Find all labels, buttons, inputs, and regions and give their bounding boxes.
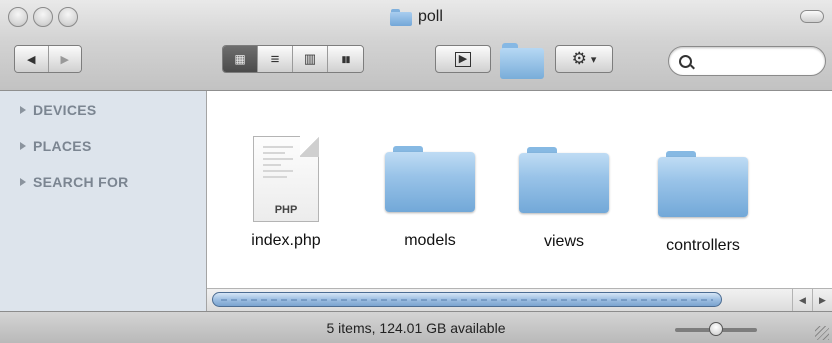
disclosure-triangle-icon[interactable] <box>20 142 26 150</box>
scroll-right-icon[interactable]: ▶ <box>812 289 832 311</box>
sidebar-section-devices[interactable]: DEVICES <box>20 102 97 118</box>
sidebar: DEVICES PLACES SEARCH FOR <box>0 91 207 311</box>
scrollbar-thumb[interactable] <box>212 292 722 307</box>
forward-arrow-icon: ▶ <box>60 53 69 66</box>
file-name-label: models <box>404 232 456 249</box>
search-input[interactable] <box>697 51 816 73</box>
column-view-button[interactable]: ▥ <box>293 46 328 72</box>
icon-view-button[interactable]: ▦ <box>223 46 258 72</box>
nav-buttons: ◀ ▶ <box>14 45 82 73</box>
sidebar-section-label: PLACES <box>33 138 92 154</box>
resize-grip-icon[interactable] <box>815 326 829 340</box>
sidebar-section-label: DEVICES <box>33 102 97 118</box>
scroll-left-icon[interactable]: ◀ <box>792 289 812 311</box>
toolbar-toggle-button[interactable] <box>800 10 824 23</box>
horizontal-scrollbar[interactable]: ◀ ▶ <box>207 288 832 311</box>
path-folder-icon[interactable] <box>500 43 544 79</box>
sidebar-section-places[interactable]: PLACES <box>20 138 92 154</box>
search-field[interactable] <box>668 46 826 76</box>
back-arrow-icon: ◀ <box>27 53 36 66</box>
action-menu-button[interactable]: ⚙ ▾ <box>555 45 613 73</box>
close-button[interactable] <box>8 7 28 27</box>
gear-icon: ⚙ <box>571 49 587 68</box>
forward-button[interactable]: ▶ <box>48 46 81 72</box>
chevron-down-icon: ▾ <box>590 53 597 66</box>
folder-icon <box>390 8 412 26</box>
php-file-icon[interactable]: PHP <box>253 136 319 222</box>
quick-look-button[interactable]: ▶ <box>435 45 491 73</box>
list-view-button[interactable]: ≡ <box>258 46 293 72</box>
scroll-arrows: ◀ ▶ <box>792 289 832 311</box>
zoom-button[interactable] <box>58 7 78 27</box>
coverflow-view-icon: ▮▮ <box>341 53 351 64</box>
window-title: poll <box>390 6 443 28</box>
file-name-label: index.php <box>251 232 321 249</box>
disclosure-triangle-icon[interactable] <box>20 178 26 186</box>
sidebar-section-label: SEARCH FOR <box>33 174 129 190</box>
file-name-label: views <box>543 233 584 250</box>
quick-look-icon: ▶ <box>454 51 472 67</box>
column-view-icon: ▥ <box>303 51 317 66</box>
icon-view-icon: ▦ <box>234 52 246 66</box>
finder-window: poll ◀ ▶ ▦ ≡ ▥ ▮▮ ▶ ⚙ ▾ DEVICES PLACES S… <box>0 0 832 343</box>
view-mode-segment: ▦ ≡ ▥ ▮▮ <box>222 45 364 73</box>
coverflow-view-button[interactable]: ▮▮ <box>328 46 363 72</box>
search-icon <box>679 55 692 68</box>
window-title-text: poll <box>418 8 443 25</box>
icon-size-slider-knob[interactable] <box>709 322 723 336</box>
disclosure-triangle-icon[interactable] <box>20 106 26 114</box>
file-name-label: controllers <box>666 237 740 254</box>
list-view-icon: ≡ <box>270 50 280 68</box>
back-button[interactable]: ◀ <box>15 46 49 72</box>
sidebar-section-search-for[interactable]: SEARCH FOR <box>20 174 129 190</box>
title-toolbar: poll ◀ ▶ ▦ ≡ ▥ ▮▮ ▶ ⚙ ▾ <box>0 0 832 91</box>
file-ext-label: PHP <box>274 204 298 216</box>
minimize-button[interactable] <box>33 7 53 27</box>
status-bar: 5 items, 124.01 GB available <box>0 311 832 343</box>
